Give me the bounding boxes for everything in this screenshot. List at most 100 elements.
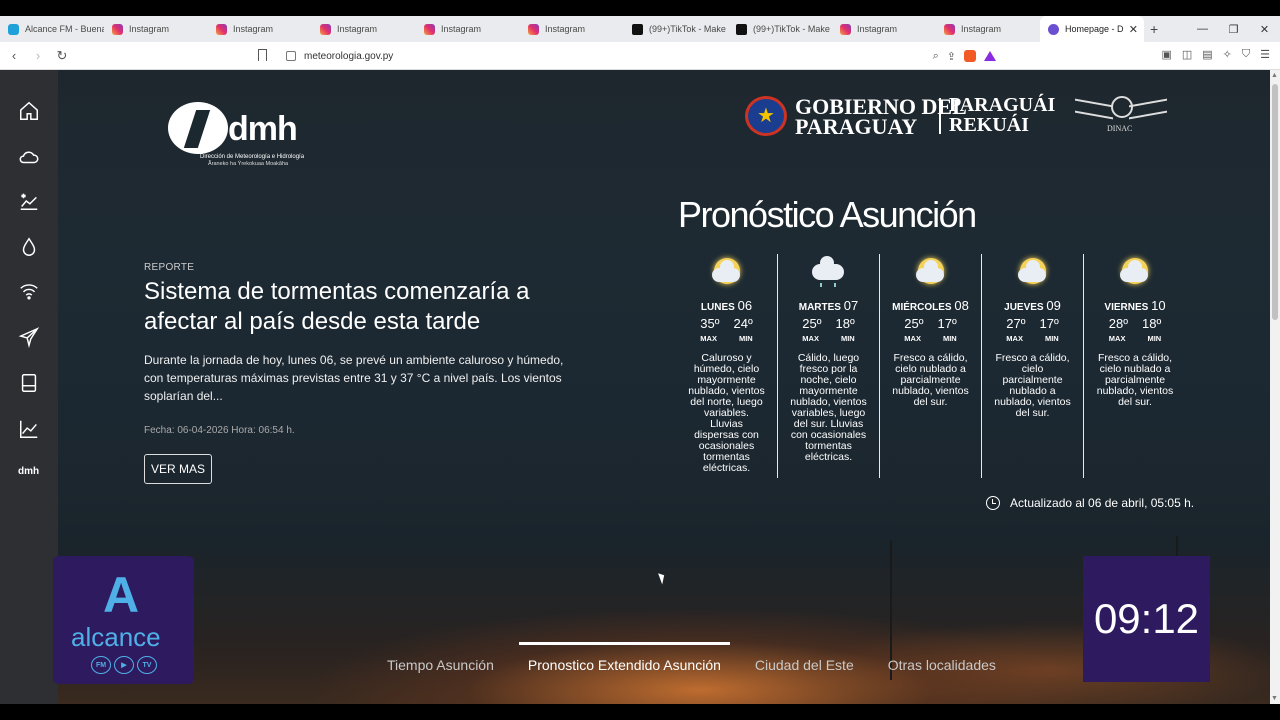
wifi-icon[interactable] (14, 276, 44, 306)
tab-ciudad-del-este[interactable]: Ciudad del Este (738, 650, 871, 680)
url-text[interactable]: meteorologia.gov.py (304, 51, 393, 62)
top-letterbox (0, 0, 1280, 16)
plane-icon[interactable] (14, 322, 44, 352)
news-headline[interactable]: Sistema de tormentas comenzaría a afecta… (144, 277, 574, 337)
day-temps: 28º 18º (1109, 316, 1161, 331)
news-date: Fecha: 06-04-2026 Hora: 06:54 h. (144, 425, 295, 436)
temp-max: 27º (1006, 316, 1026, 331)
close-window-button[interactable]: ✕ (1249, 23, 1280, 36)
snow-chart-icon[interactable] (14, 186, 44, 216)
browser-tab-active[interactable]: Homepage - D ✕ (1040, 16, 1144, 42)
instagram-icon (944, 23, 955, 35)
restore-button[interactable]: ❐ (1218, 23, 1249, 36)
tiktok-icon (632, 23, 643, 35)
day-description: Fresco a cálido, cielo parcialmente nubl… (994, 352, 1071, 419)
browser-tab[interactable]: Instagram (208, 16, 312, 42)
address-bar: ‹ › ↻ meteorologia.gov.py ⌕ ⇪ ▣ ◫ ▤ ✧ ⛉ … (0, 42, 1280, 70)
temp-max: 35º (700, 316, 720, 331)
forecast-day: MIÉRCOLES 08 25º 17º MAX MIN Fresco a cáli… (880, 254, 982, 478)
url-field[interactable]: meteorologia.gov.py ⌕ ⇪ (280, 46, 1000, 66)
page-scrollbar[interactable]: ▲ ▼ (1270, 70, 1280, 704)
leo-ai-icon[interactable]: ✧ (1223, 48, 1232, 61)
browser-tab[interactable]: (99+)TikTok - Make (728, 16, 832, 42)
toolbar-icons: ▣ ◫ ▤ ✧ ⛉ ☰ (1161, 48, 1270, 61)
sidebar-brand[interactable]: dmh (18, 466, 39, 477)
browser-tab[interactable]: Instagram (832, 16, 936, 42)
tiktok-icon (736, 23, 747, 35)
tab-label: Instagram (129, 24, 170, 34)
tab-label: (99+)TikTok - Make (753, 24, 830, 34)
back-icon[interactable]: ‹ (4, 48, 24, 63)
wallet-icon[interactable]: ▤ (1202, 48, 1212, 61)
scroll-thumb[interactable] (1272, 84, 1278, 320)
reader-icon[interactable]: ▣ (1161, 48, 1171, 61)
alcance-icon (8, 23, 19, 35)
browser-tab[interactable]: Instagram (936, 16, 1040, 42)
day-description: Fresco a cálido, cielo nublado a parcial… (1096, 352, 1174, 408)
forecast-day: LUNES 06 35º 24º MAX MIN Caluroso y húmedo… (676, 254, 778, 478)
day-name: VIERNES 10 (1104, 298, 1166, 313)
minimize-button[interactable]: — (1187, 23, 1218, 35)
device-icon[interactable] (14, 368, 44, 398)
browser-tab[interactable]: Instagram (104, 16, 208, 42)
zoom-icon[interactable]: ⌕ (933, 50, 939, 63)
tab-pronostico-extendido[interactable]: Pronostico Extendido Asunción (511, 642, 738, 680)
dmh-logo[interactable]: dmh Dirección de Meteorología e Hidrolog… (168, 100, 318, 170)
site-settings-icon[interactable] (286, 51, 296, 61)
tab-strip: Alcance FM - Buena Instagram Instagram I… (0, 16, 1280, 42)
logo-divider (939, 98, 941, 134)
new-tab-button[interactable]: + (1150, 21, 1158, 37)
forecast-tabs: Tiempo Asunción Pronostico Extendido Asu… (370, 642, 1013, 680)
line-chart-icon[interactable] (14, 414, 44, 444)
temp-min: 17º (1039, 316, 1059, 331)
sun-cloud-icon (1016, 256, 1050, 288)
instagram-icon (424, 23, 435, 35)
tab-tiempo-asuncion[interactable]: Tiempo Asunción (370, 650, 511, 680)
dinac-logo: DINAC (1075, 96, 1167, 136)
rain-cloud-icon (811, 256, 846, 288)
tab-label: Instagram (961, 24, 1002, 34)
close-tab-icon[interactable]: ✕ (1129, 23, 1138, 36)
brave-shields-icon[interactable] (964, 50, 976, 62)
browser-tab[interactable]: Instagram (312, 16, 416, 42)
day-temps: 35º 24º (700, 316, 752, 331)
home-icon[interactable] (14, 96, 44, 126)
temp-labels: MAX MIN (1006, 334, 1059, 343)
bookmark-icon[interactable] (258, 49, 267, 61)
menu-icon[interactable]: ☰ (1260, 48, 1270, 61)
brave-rewards-icon[interactable] (984, 51, 996, 61)
browser-tab[interactable]: Alcance FM - Buena (0, 16, 104, 42)
ver-mas-button[interactable]: VER MAS (144, 454, 212, 484)
forecast-day: VIERNES 10 28º 18º MAX MIN Fresco a cálido… (1084, 254, 1186, 478)
logo-subtitle-guarani: Ãraneko ha Ýrekokuaa Moakãha (208, 161, 289, 167)
tab-label: Instagram (233, 24, 274, 34)
browser-tab[interactable]: Instagram (520, 16, 624, 42)
cloud-icon[interactable] (14, 142, 44, 172)
scroll-up-icon[interactable]: ▲ (1271, 72, 1278, 79)
reload-icon[interactable]: ↻ (52, 48, 72, 64)
lightning-icon (168, 102, 228, 154)
gov-line-2: PARAGUAY (795, 114, 918, 139)
updated-text: Actualizado al 06 de abril, 05:05 h. (1010, 496, 1195, 510)
browser-tab[interactable]: Instagram (416, 16, 520, 42)
tab-label: (99+)TikTok - Make (649, 24, 726, 34)
news-summary: Durante la jornada de hoy, lunes 06, se … (144, 353, 564, 403)
forecast-updated: Actualizado al 06 de abril, 05:05 h. (986, 496, 1194, 510)
scroll-down-icon[interactable]: ▼ (1271, 695, 1278, 702)
tab-label: Instagram (545, 24, 586, 34)
forward-icon[interactable]: › (28, 48, 48, 63)
day-temps: 25º 17º (904, 316, 956, 331)
url-actions: ⌕ ⇪ (933, 50, 996, 63)
browser-tab[interactable]: (99+)TikTok - Make (624, 16, 728, 42)
fm-badge: FM (91, 656, 111, 674)
mouse-cursor-icon (658, 571, 667, 585)
day-description: Cálido, luego fresco por la noche, cielo… (790, 352, 867, 463)
instagram-icon (528, 23, 539, 35)
drop-icon[interactable] (14, 232, 44, 262)
page-viewport: dmh dmh Dirección de Meteorología e Hidr… (0, 70, 1270, 704)
vpn-icon[interactable]: ⛉ (1242, 48, 1250, 61)
temp-max: 25º (802, 316, 822, 331)
tab-otras-localidades[interactable]: Otras localidades (871, 650, 1013, 680)
sidebar-toggle-icon[interactable]: ◫ (1182, 48, 1192, 61)
share-icon[interactable]: ⇪ (947, 50, 956, 63)
